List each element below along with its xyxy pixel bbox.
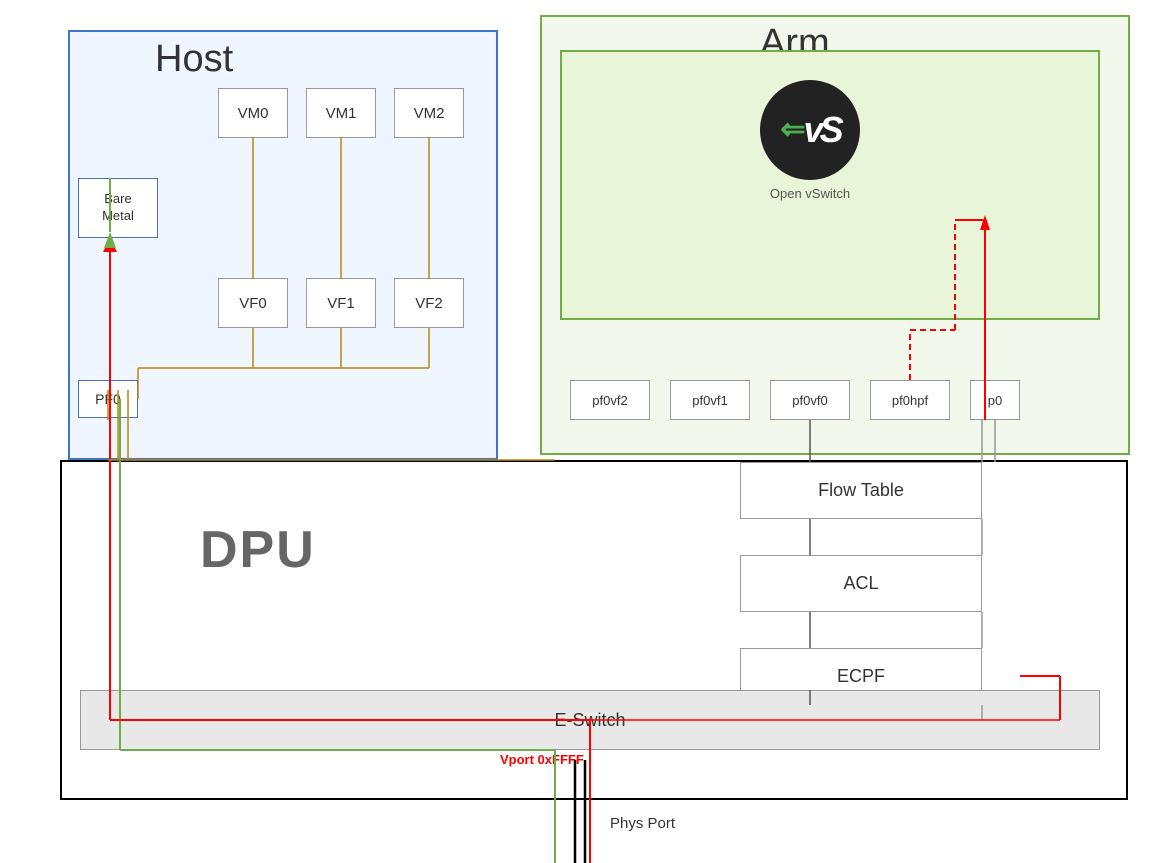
dpu-label: DPU	[200, 520, 316, 580]
p0-port: p0	[970, 380, 1020, 420]
vport-text: Vport 0x	[500, 752, 552, 767]
pf0vf2-port: pf0vf2	[570, 380, 650, 420]
ovs-logo: ⇐ vS Open vSwitch	[710, 70, 910, 210]
bare-metal-box: BareMetal	[78, 178, 158, 238]
vm1-box: VM1	[306, 88, 376, 138]
vport-label: Vport 0xFFFF	[500, 752, 584, 767]
eswitch-box: E-Switch	[80, 690, 1100, 750]
flow-table-box: Flow Table	[740, 462, 982, 519]
acl-box: ACL	[740, 555, 982, 612]
vport-value: FFFF	[552, 752, 584, 767]
ovs-arrow-left-icon: ⇐	[780, 112, 801, 147]
phys-port-label: Phys Port	[610, 815, 675, 832]
vm2-box: VM2	[394, 88, 464, 138]
eswitch-label: E-Switch	[554, 710, 625, 731]
ovs-arrows-icon: ⇐ vS	[780, 109, 839, 151]
ovs-circle: ⇐ vS	[760, 80, 860, 180]
ovs-subtitle: Open vSwitch	[770, 186, 850, 201]
host-label: Host	[155, 38, 233, 81]
pf0-box: PF0	[78, 380, 138, 418]
vm0-box: VM0	[218, 88, 288, 138]
pf0vf1-port: pf0vf1	[670, 380, 750, 420]
diagram-container: DPU Host Arm ⇐ vS Open vSwitch VM0 VM1 V…	[0, 0, 1168, 863]
pf0vf0-port: pf0vf0	[770, 380, 850, 420]
vf1-box: VF1	[306, 278, 376, 328]
vf2-box: VF2	[394, 278, 464, 328]
pf0hpf-port: pf0hpf	[870, 380, 950, 420]
ovs-vs-text: vS	[804, 109, 840, 151]
vf0-box: VF0	[218, 278, 288, 328]
